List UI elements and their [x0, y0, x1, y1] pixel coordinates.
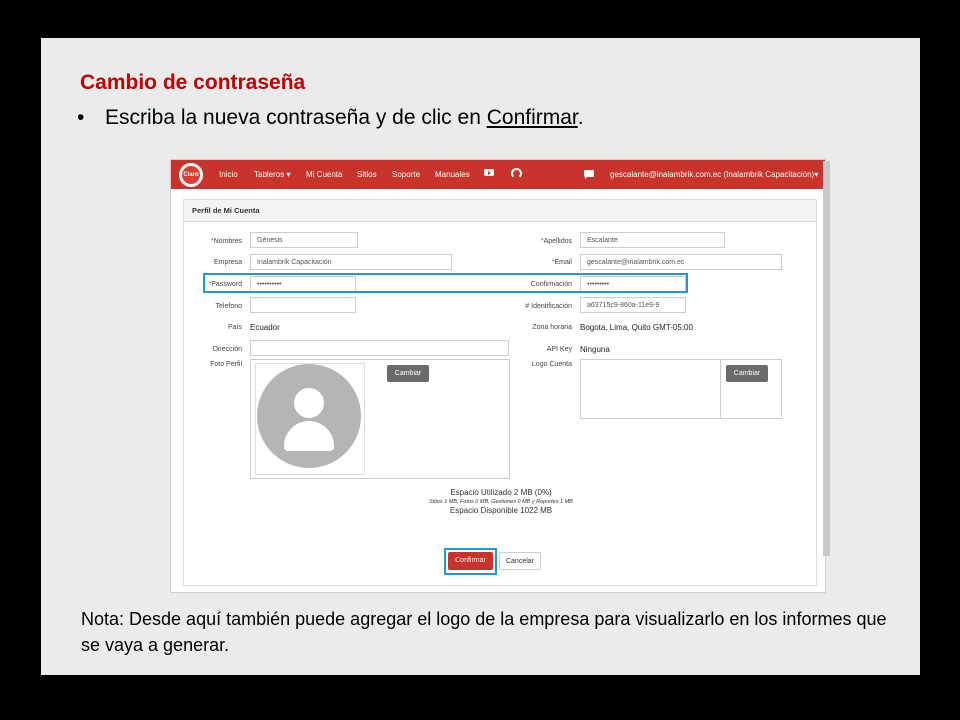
usage-detail: Sitios 1 MB, Fotos 0 MB, Gestiones 0 MB … [429, 499, 573, 505]
email-input[interactable]: gescalante@inalambrik.com.ec [580, 254, 782, 270]
apellidos-input[interactable]: Escalante [580, 232, 725, 248]
nav-tableros[interactable]: Tableros ▾ [254, 170, 291, 179]
confirmar-button[interactable]: Confirmar [448, 552, 493, 570]
avatar-placeholder-icon [257, 364, 361, 468]
youtube-icon[interactable] [484, 169, 494, 176]
logo-cuenta-label: Logo Cuenta [531, 361, 572, 368]
nav-soporte[interactable]: Soporte [392, 170, 420, 179]
user-email: gescalante@inalambrik.com.ec (Inalambrik… [610, 170, 815, 179]
zona-horaria-label: Zona horaria [532, 324, 572, 331]
api-key-label: API Key [546, 346, 572, 353]
bullet-dot: • [77, 106, 85, 129]
pais-label: País [227, 324, 242, 331]
claro-logo[interactable]: Claro [179, 163, 203, 187]
nav-manuales[interactable]: Manuales [435, 170, 470, 179]
foto-perfil-label: Foto Perfil [210, 361, 242, 368]
direccion-input[interactable] [250, 340, 509, 356]
avatar-body [284, 421, 334, 451]
usage-used: Espacio Utilizado 2 MB (0%) [450, 488, 552, 497]
empresa-label: Empresa [213, 259, 242, 266]
telefono-label: Telefono [215, 303, 242, 310]
nav-tableros-label: Tableros [254, 170, 285, 179]
apellidos-label-text: Apellidos [543, 238, 572, 245]
cambiar-foto-button[interactable]: Cambiar [387, 365, 429, 382]
user-menu-chevron-icon: ▾ [814, 170, 819, 179]
identificacion-label: # Identificación [525, 303, 572, 310]
instruction-link-confirmar: Confirmar [486, 106, 578, 129]
pais-value[interactable]: Ecuador [250, 323, 280, 332]
nav-inicio[interactable]: Inicio [219, 170, 238, 179]
apellidos-label: *Apellidos [541, 238, 572, 245]
logo-cuenta-divider [720, 359, 721, 419]
email-label-text: Email [554, 259, 572, 266]
note-text: Nota: Desde aquí también puede agregar e… [81, 609, 887, 655]
slide-title: Cambio de contraseña [80, 71, 306, 94]
telefono-input[interactable] [250, 297, 356, 313]
slide: Cambio de contraseña • Escriba la nueva c… [41, 38, 920, 675]
nav-sitios[interactable]: Sitios [357, 170, 377, 179]
top-navbar: Claro Inicio Tableros ▾ Mi Cuenta Sitios… [171, 160, 825, 189]
panel-title: Perfil de Mi Cuenta [184, 200, 816, 222]
user-menu[interactable]: gescalante@inalambrik.com.ec (Inalambrik… [610, 170, 818, 179]
nombres-input[interactable]: Génesis [250, 232, 358, 248]
cambiar-logo-button[interactable]: Cambiar [726, 365, 768, 382]
instruction-text: Escriba la nueva contraseña y de clic en [105, 106, 487, 129]
empresa-input[interactable]: Inalambrik Capacitación [250, 254, 452, 270]
email-label: *Email [552, 259, 572, 266]
instruction-end: . [577, 106, 584, 129]
api-key-value: Ninguna [580, 345, 610, 354]
password-highlight [203, 273, 688, 293]
nombres-label: *Nombres [211, 238, 242, 245]
chat-icon[interactable] [584, 170, 594, 179]
chevron-down-icon: ▾ [286, 170, 291, 179]
avatar-head [294, 388, 324, 418]
nav-mi-cuenta[interactable]: Mi Cuenta [306, 170, 342, 179]
zona-horaria-value[interactable]: Bogota, Lima, Quito GMT-05:00 [580, 323, 693, 332]
scrollbar[interactable] [823, 161, 830, 556]
headset-icon[interactable] [511, 168, 522, 179]
nombres-label-text: Nombres [213, 238, 242, 245]
app-screenshot: Claro Inicio Tableros ▾ Mi Cuenta Sitios… [170, 159, 826, 593]
logo-text: Claro [182, 166, 200, 184]
cancelar-button[interactable]: Cancelar [499, 552, 541, 570]
usage-available: Espacio Disponible 1022 MB [449, 506, 553, 515]
identificacion-input[interactable]: a63715c9-860a-11e9-9 [580, 297, 686, 313]
instruction-bullet: • Escriba la nueva contraseña y de clic e… [77, 106, 584, 130]
direccion-label: Dirección [212, 346, 242, 353]
